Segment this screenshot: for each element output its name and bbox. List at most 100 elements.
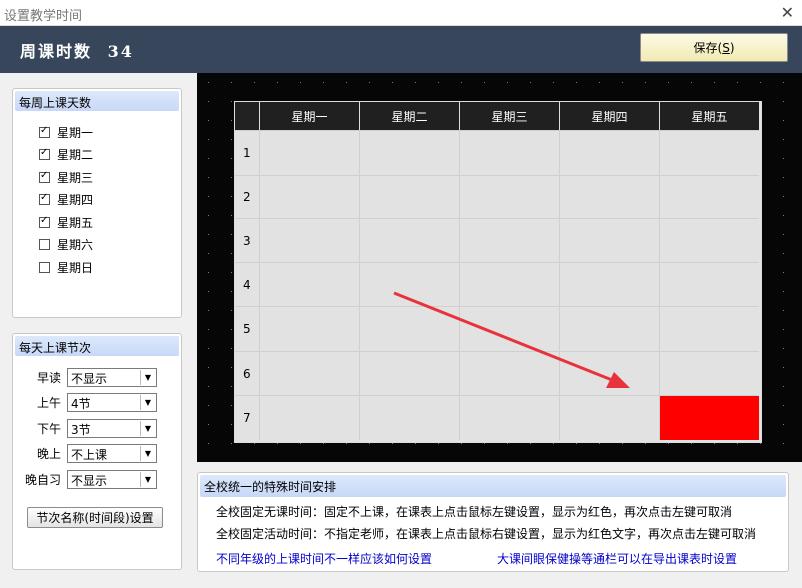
save-button[interactable]: 保存(S): [640, 33, 788, 62]
day-checkbox-thu[interactable]: 星期四: [39, 191, 93, 208]
timetable-cell[interactable]: [359, 218, 459, 262]
timetable-cell[interactable]: [659, 175, 759, 218]
period-label: 6: [235, 351, 259, 395]
chevron-down-icon[interactable]: ▼: [140, 421, 155, 436]
select-value: 不显示: [71, 372, 108, 386]
day-checkbox-sat[interactable]: 星期六: [39, 236, 93, 253]
timetable-cell[interactable]: [659, 218, 759, 262]
timetable-cell[interactable]: [659, 306, 759, 351]
select-row-evening: 晚上 不上课 ▼: [25, 444, 157, 463]
select-label: 晚上: [36, 447, 61, 461]
select-value: 3节: [71, 423, 91, 437]
timetable-cell[interactable]: [459, 175, 559, 218]
timetable-cell[interactable]: [359, 262, 459, 306]
timetable-cell[interactable]: [459, 351, 559, 395]
day-checkbox-sun[interactable]: 星期日: [39, 259, 93, 276]
timetable-cell[interactable]: [659, 351, 759, 395]
day-label: 星期六: [57, 238, 94, 252]
timetable-cell[interactable]: [359, 351, 459, 395]
close-icon[interactable]: ✕: [781, 3, 794, 22]
timetable-cell[interactable]: [459, 218, 559, 262]
timetable-cell[interactable]: [259, 351, 359, 395]
period-name-settings-button[interactable]: 节次名称(时间段)设置: [27, 507, 163, 528]
evening-study-select[interactable]: 不显示 ▼: [67, 470, 157, 489]
select-row-evening-study: 晚自习 不显示 ▼: [25, 470, 157, 489]
break-banner-help-link[interactable]: 大课间眼保健操等通栏可以在导出课表时设置: [497, 550, 737, 567]
chevron-down-icon[interactable]: ▼: [140, 395, 155, 410]
timetable-cell[interactable]: [559, 175, 659, 218]
fixed-activity-tip: 全校固定活动时间：不指定老师，在课表上点击鼠标右键设置，显示为红色文字，再次点击…: [216, 527, 757, 541]
timetable-cell[interactable]: [559, 218, 659, 262]
timetable-cell[interactable]: [359, 175, 459, 218]
checkbox[interactable]: [39, 147, 50, 160]
timetable-cell[interactable]: [559, 130, 659, 175]
chevron-down-icon[interactable]: ▼: [140, 472, 155, 487]
weekly-hours: 周课时数 34: [20, 38, 134, 62]
special-time-heading: 全校统一的特殊时间安排: [200, 475, 786, 497]
period-label: 1: [235, 130, 259, 175]
lessons-heading: 每天上课节次: [15, 336, 179, 356]
timetable-cell[interactable]: [259, 175, 359, 218]
timetable-cell[interactable]: [259, 306, 359, 351]
timetable-cell[interactable]: [559, 306, 659, 351]
chevron-down-icon[interactable]: ▼: [140, 446, 155, 461]
checkbox[interactable]: [39, 239, 50, 250]
day-checkbox-fri[interactable]: 星期五: [39, 214, 93, 231]
timetable-cell[interactable]: [659, 262, 759, 306]
special-time-panel: 全校统一的特殊时间安排 全校固定无课时间：固定不上课，在课表上点击鼠标左键设置，…: [197, 472, 789, 572]
timetable-corner: [235, 102, 259, 130]
timetable-cell[interactable]: [459, 130, 559, 175]
checkbox[interactable]: [39, 262, 50, 273]
select-value: 不上课: [71, 448, 108, 462]
timetable-cell[interactable]: [259, 218, 359, 262]
day-header: 星期三: [459, 102, 559, 130]
select-value: 4节: [71, 397, 91, 411]
checkbox[interactable]: [39, 215, 50, 228]
timetable-cell[interactable]: [459, 262, 559, 306]
period-label: 2: [235, 175, 259, 218]
period-label: 5: [235, 306, 259, 351]
evening-select[interactable]: 不上课 ▼: [67, 444, 157, 463]
timetable-cell[interactable]: [459, 395, 559, 440]
morning-select[interactable]: 4节 ▼: [67, 393, 157, 412]
period-label: 3: [235, 218, 259, 262]
save-suffix: ): [729, 40, 735, 55]
day-checkbox-wed[interactable]: 星期三: [39, 169, 93, 186]
period-label: 7: [235, 395, 259, 440]
timetable-cell[interactable]: [259, 262, 359, 306]
day-label: 星期四: [57, 193, 94, 207]
fixed-no-class-tip: 全校固定无课时间：固定不上课，在课表上点击鼠标左键设置，显示为红色，再次点击左键…: [216, 505, 733, 519]
afternoon-select[interactable]: 3节 ▼: [67, 419, 157, 438]
timetable-cell[interactable]: [259, 130, 359, 175]
day-label: 星期五: [57, 216, 94, 230]
day-label: 星期三: [57, 171, 94, 185]
timetable-cell[interactable]: [359, 130, 459, 175]
checkbox[interactable]: [39, 125, 50, 138]
timetable-cell[interactable]: [659, 130, 759, 175]
day-label: 星期一: [57, 126, 94, 140]
day-checkbox-mon[interactable]: 星期一: [39, 124, 93, 141]
weekly-hours-value: 34: [107, 42, 134, 61]
timetable-cell[interactable]: [259, 395, 359, 440]
timetable-cell[interactable]: [559, 262, 659, 306]
timetable-cell[interactable]: [559, 351, 659, 395]
timetable-cell[interactable]: [559, 395, 659, 440]
timetable-cell[interactable]: [459, 306, 559, 351]
days-panel: 每周上课天数 星期一 星期二 星期三 星期四 星期五 星期六 星期日: [12, 88, 182, 318]
days-heading: 每周上课天数: [15, 91, 179, 111]
select-row-morning-read: 早读 不显示 ▼: [25, 368, 157, 387]
grade-time-help-link[interactable]: 不同年级的上课时间不一样应该如何设置: [216, 550, 432, 567]
checkbox[interactable]: [39, 192, 50, 205]
select-label: 下午: [36, 422, 61, 436]
morning-read-select[interactable]: 不显示 ▼: [67, 368, 157, 387]
day-header: 星期五: [659, 102, 759, 130]
timetable-cell[interactable]: [359, 306, 459, 351]
timetable-cell[interactable]: [359, 395, 459, 440]
select-label: 上午: [36, 396, 61, 410]
day-checkbox-tue[interactable]: 星期二: [39, 146, 93, 163]
day-header: 星期二: [359, 102, 459, 130]
checkbox[interactable]: [39, 170, 50, 183]
timetable-cell[interactable]: [659, 395, 759, 440]
chevron-down-icon[interactable]: ▼: [140, 370, 155, 385]
timetable-board: 星期一 星期二 星期三 星期四 星期五 1 2 3 4 5 6 7: [197, 73, 802, 462]
